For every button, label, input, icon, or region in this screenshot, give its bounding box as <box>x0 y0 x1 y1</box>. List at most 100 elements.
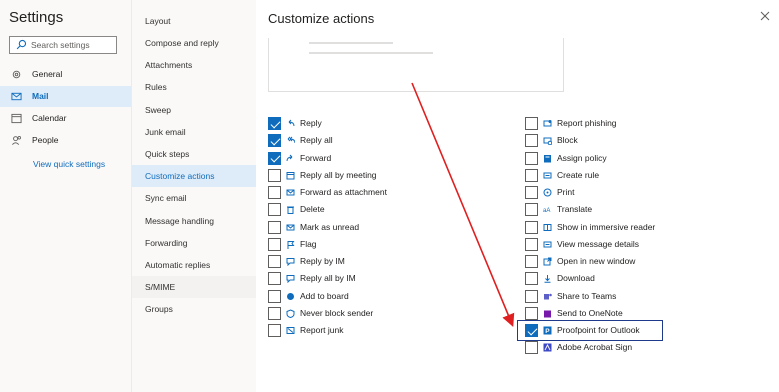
subnav-label: Rules <box>145 82 167 92</box>
action-checkbox[interactable] <box>525 272 538 286</box>
subnav-label: Compose and reply <box>145 38 219 48</box>
subnav-smime[interactable]: S/MIME <box>132 276 256 298</box>
subnav-layout[interactable]: Layout <box>132 10 256 32</box>
subnav-label: Customize actions <box>145 171 215 181</box>
action-label: Report junk <box>300 325 344 335</box>
translate-icon: aA <box>543 208 550 214</box>
mail-icon <box>11 92 22 101</box>
preview-line <box>309 42 393 44</box>
action-checkbox[interactable] <box>268 203 281 217</box>
action-checkbox[interactable] <box>268 306 281 320</box>
action-label: Assign policy <box>557 152 607 163</box>
close-icon[interactable] <box>759 10 771 22</box>
onenote-icon <box>544 310 551 318</box>
action-checkbox[interactable] <box>268 272 281 286</box>
subnav-label: Automatic replies <box>145 260 211 270</box>
settings-title: Settings <box>9 9 64 26</box>
people-icon <box>12 136 21 145</box>
search-input[interactable]: Search settings <box>9 36 117 54</box>
action-checkbox[interactable] <box>525 255 538 268</box>
action-label: Reply by IM <box>300 256 345 266</box>
action-label: Print <box>557 187 575 197</box>
action-checkbox[interactable] <box>525 151 538 165</box>
junk-icon <box>286 327 295 334</box>
subnav-rules[interactable]: Rules <box>132 76 256 98</box>
action-label: Reply all <box>300 135 333 146</box>
reply-icon <box>288 119 295 127</box>
action-checkbox[interactable] <box>525 306 538 320</box>
action-checkbox[interactable] <box>525 341 538 355</box>
calendar-icon <box>11 113 22 124</box>
highlight-box <box>517 320 663 341</box>
action-label: Never block sender <box>300 307 374 318</box>
action-checkbox[interactable] <box>268 237 281 251</box>
phishing-icon <box>543 120 552 127</box>
action-label: Share to Teams <box>557 290 617 301</box>
action-label: Report phishing <box>557 118 617 128</box>
subnav-sync-email[interactable]: Sync email <box>132 187 256 209</box>
action-label: Reply all by IM <box>300 273 356 284</box>
subnav-automatic-replies[interactable]: Automatic replies <box>132 254 256 276</box>
nav-calendar[interactable]: Calendar <box>0 108 131 129</box>
subnav-label: Quick steps <box>145 149 190 159</box>
action-label: Adobe Acrobat Sign <box>557 342 633 353</box>
subnav-sweep[interactable]: Sweep <box>132 99 256 121</box>
svg-text:aA: aA <box>543 208 550 214</box>
subnav-attachments[interactable]: Attachments <box>132 54 256 76</box>
action-checkbox[interactable] <box>268 220 281 234</box>
settings-nav: Settings Search settings General Mail Ca… <box>0 0 131 392</box>
action-checkbox[interactable] <box>525 237 538 251</box>
action-label: Translate <box>557 204 593 215</box>
policy-icon <box>544 154 551 162</box>
action-label: Show in immersive reader <box>557 221 656 232</box>
search-icon <box>16 39 27 50</box>
action-label: Create rule <box>557 169 600 180</box>
subnav-label: Sync email <box>145 193 187 203</box>
action-checkbox[interactable] <box>268 151 281 165</box>
flag-icon <box>287 240 295 249</box>
subnav-message-handling[interactable]: Message handling <box>132 210 256 232</box>
action-checkbox[interactable] <box>268 186 281 199</box>
action-checkbox[interactable] <box>268 117 281 130</box>
reply-all-icon <box>287 136 295 144</box>
nav-calendar-label: Calendar <box>32 113 67 123</box>
forward-icon <box>286 154 293 161</box>
action-label: Forward <box>300 152 332 163</box>
new-window-icon <box>543 257 552 266</box>
subnav-customize-actions[interactable]: Customize actions <box>132 165 256 187</box>
action-checkbox[interactable] <box>525 220 538 234</box>
nav-people[interactable]: People <box>0 130 131 151</box>
action-checkbox[interactable] <box>525 203 538 217</box>
action-checkbox[interactable] <box>525 289 538 303</box>
action-checkbox[interactable] <box>268 289 281 303</box>
action-checkbox[interactable] <box>268 168 281 182</box>
reader-icon <box>543 223 552 231</box>
action-label: Flag <box>300 238 317 249</box>
subnav-compose-and-reply[interactable]: Compose and reply <box>132 32 256 54</box>
trash-icon <box>287 206 294 215</box>
nav-mail-label: Mail <box>32 91 49 101</box>
im-icon <box>286 258 295 266</box>
subnav-label: Forwarding <box>145 238 188 248</box>
subnav-forwarding[interactable]: Forwarding <box>132 232 256 254</box>
mail-subnav: Layout Compose and reply Attachments Rul… <box>131 0 256 392</box>
subnav-label: Message handling <box>145 216 214 226</box>
board-icon <box>287 292 294 300</box>
action-checkbox[interactable] <box>525 186 538 199</box>
action-checkbox[interactable] <box>268 134 281 148</box>
action-checkbox[interactable] <box>525 117 538 130</box>
view-quick-settings-link[interactable]: View quick settings <box>33 159 105 169</box>
action-checkbox[interactable] <box>268 255 281 268</box>
subnav-quick-steps[interactable]: Quick steps <box>132 143 256 165</box>
subnav-groups[interactable]: Groups <box>132 298 256 320</box>
action-label: Open in new window <box>557 256 636 266</box>
action-checkbox[interactable] <box>525 168 538 182</box>
nav-general[interactable]: General <box>0 64 131 85</box>
subnav-junk-email[interactable]: Junk email <box>132 121 256 143</box>
action-checkbox[interactable] <box>268 324 281 337</box>
nav-mail[interactable]: Mail <box>0 86 131 107</box>
toolbar-preview <box>268 38 564 92</box>
shield-icon <box>286 309 295 318</box>
action-checkbox[interactable] <box>525 134 538 148</box>
subnav-label: Attachments <box>145 60 193 70</box>
